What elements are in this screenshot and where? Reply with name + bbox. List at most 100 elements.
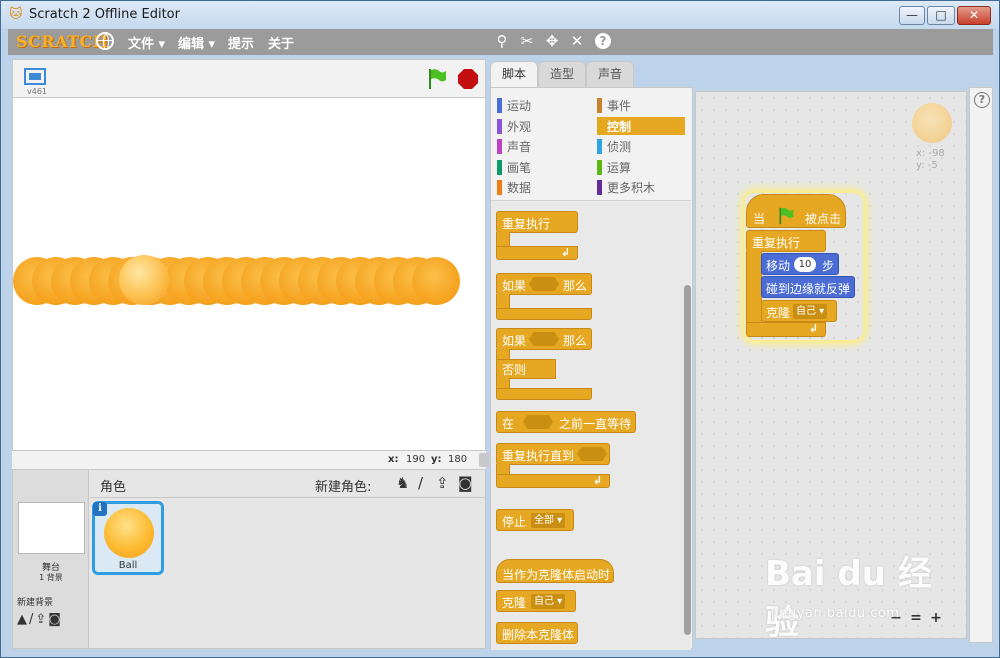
baidu-watermark: Bai du 经验 jingyan.baidu.com <box>765 546 965 643</box>
category-color-swatch <box>597 98 602 113</box>
category-label: 外观 <box>507 119 532 134</box>
collapse-stage-handle[interactable] <box>479 453 489 467</box>
script-create-clone-block[interactable]: 克隆 自己 ▾ <box>761 300 837 322</box>
category-6[interactable]: 画笔 <box>497 158 585 176</box>
y-value: 180 <box>448 454 468 465</box>
category-color-swatch <box>497 180 502 195</box>
category-label: 运算 <box>607 160 632 175</box>
paint-sprite-icon[interactable]: / <box>418 474 423 492</box>
when-clone-starts-block[interactable]: 当作为克隆体启动时 <box>496 559 614 583</box>
stage-thumbnail[interactable] <box>18 502 85 554</box>
script-clone-option[interactable]: 自己 ▾ <box>793 304 828 319</box>
x-label: x: <box>388 454 399 465</box>
category-4[interactable]: 声音 <box>497 137 585 155</box>
x-value: 190 <box>406 454 426 465</box>
title-bar: 🐱 Scratch 2 Offline Editor — □ ✕ <box>1 1 999 29</box>
category-label: 运动 <box>507 99 532 113</box>
sprite-x: x: -98 <box>916 148 945 159</box>
wait-until-block[interactable]: 在 之前一直等待 <box>496 411 636 433</box>
blocks-list: 重复执行 ↲ 如果 那么 如果 那么 否则 在 之前一直等待 重复执行直到 ↲ … <box>491 200 691 650</box>
help-question-icon[interactable]: ? <box>974 92 990 108</box>
script-forever-block[interactable]: 重复执行 <box>746 230 826 252</box>
tab-costumes[interactable]: 造型 <box>538 61 586 87</box>
paint-backdrop-icon[interactable]: ▲ <box>17 612 29 627</box>
category-8[interactable]: 数据 <box>497 178 585 196</box>
globe-icon[interactable] <box>96 32 114 50</box>
menu-edit[interactable]: 编辑 ▾ <box>178 33 215 52</box>
clone-option-dropdown[interactable]: 自己 ▾ <box>531 594 566 609</box>
category-3[interactable]: 控制 <box>597 116 685 135</box>
category-0[interactable]: 运动 <box>497 96 585 114</box>
close-button[interactable]: ✕ <box>957 6 991 25</box>
category-label: 更多积木 <box>607 181 656 195</box>
camera-sprite-icon[interactable]: ◙ <box>458 474 473 492</box>
menu-tips[interactable]: 提示 <box>228 33 254 52</box>
create-clone-block[interactable]: 克隆 自己 ▾ <box>496 590 576 612</box>
category-9[interactable]: 更多积木 <box>597 178 685 196</box>
upload-backdrop-icon[interactable]: ⇪ <box>35 612 48 627</box>
window-title: Scratch 2 Offline Editor <box>29 7 180 22</box>
stop-sign-icon[interactable] <box>458 69 478 89</box>
script-forever-arm <box>746 251 762 323</box>
info-icon[interactable]: i <box>93 502 107 516</box>
category-5[interactable]: 侦测 <box>597 137 685 155</box>
when-flag-clicked-block[interactable]: 当 被点击 <box>746 194 846 228</box>
category-1[interactable]: 事件 <box>597 96 685 114</box>
help-sidebar: ? <box>969 87 993 643</box>
fullscreen-icon[interactable] <box>24 68 46 85</box>
category-color-swatch <box>597 159 602 175</box>
scratch-app-icon: 🐱 <box>9 7 23 22</box>
ball-sprite[interactable] <box>119 255 169 305</box>
watermark-url: jingyan.baidu.com <box>771 606 900 621</box>
help-icon[interactable]: ? <box>595 33 611 49</box>
sprites-title: 角色 <box>100 480 127 495</box>
menu-about[interactable]: 关于 <box>268 33 294 52</box>
delete-icon[interactable]: ✂ <box>518 32 536 50</box>
tab-scripts[interactable]: 脚本 <box>490 61 538 87</box>
script-forever-foot: ↲ <box>746 322 826 337</box>
minimize-button[interactable]: — <box>899 6 925 25</box>
block-palette: 运动 事件外观 控制 声音 侦测画笔 运算数据 更多积木 重复执行 ↲ 如果 那么 如果 那… <box>490 87 693 650</box>
duplicate-icon[interactable]: ⚲ <box>493 32 511 50</box>
shrink-icon[interactable]: ✕ <box>568 32 586 50</box>
stage-column: 舞台 1 背景 新建背景 ▲/⇪◙ <box>13 470 89 648</box>
green-flag-icon[interactable] <box>427 68 447 90</box>
move-steps-block[interactable]: 移动 10 步 <box>761 253 839 275</box>
stage-canvas[interactable] <box>12 97 486 451</box>
if-else-block[interactable]: 如果 那么 <box>496 328 592 350</box>
category-label: 事件 <box>607 99 632 113</box>
repeat-until-foot: ↲ <box>496 474 610 488</box>
category-label: 侦测 <box>607 140 632 154</box>
delete-clone-block[interactable]: 删除本克隆体 <box>496 622 578 644</box>
tab-sounds[interactable]: 声音 <box>586 61 634 87</box>
scratch-logo[interactable]: SCRATCH <box>16 32 108 51</box>
menu-file[interactable]: 文件 ▾ <box>128 33 165 52</box>
grow-icon[interactable]: ✥ <box>543 32 561 50</box>
if-then-foot <box>496 308 592 320</box>
mouse-coordinates: x: 190 y: 180 <box>12 451 489 469</box>
forever-block[interactable]: 重复执行 <box>496 211 578 233</box>
stop-block[interactable]: 停止 全部 ▾ <box>496 509 574 531</box>
bounce-on-edge-block[interactable]: 碰到边缘就反弹 <box>761 276 855 298</box>
sprite-library-icon[interactable]: ♞ <box>396 474 409 492</box>
maximize-button[interactable]: □ <box>927 6 955 25</box>
category-label: 画笔 <box>507 160 532 175</box>
steps-input[interactable]: 10 <box>794 257 816 272</box>
app-window: 🐱 Scratch 2 Offline Editor — □ ✕ SCRATCH… <box>0 0 1000 658</box>
sprite-card-ball[interactable]: Ball i <box>92 501 164 575</box>
if-else-foot <box>496 388 592 400</box>
palette-scrollbar[interactable] <box>684 209 691 649</box>
new-backdrop-icons: ▲/⇪◙ <box>17 612 89 628</box>
category-label: 数据 <box>507 181 532 195</box>
if-then-block[interactable]: 如果 那么 <box>496 273 592 295</box>
camera-backdrop-icon[interactable]: ◙ <box>48 612 63 627</box>
category-7[interactable]: 运算 <box>597 158 685 176</box>
stop-option-dropdown[interactable]: 全部 ▾ <box>531 513 566 528</box>
upload-sprite-icon[interactable]: ⇪ <box>436 474 449 492</box>
category-color-swatch <box>597 139 602 154</box>
repeat-until-block[interactable]: 重复执行直到 <box>496 443 610 465</box>
category-2[interactable]: 外观 <box>497 117 585 135</box>
palette-scroll-thumb[interactable] <box>684 285 691 635</box>
sprite-y: y: -5 <box>916 160 938 171</box>
sprite-library-pane: 舞台 1 背景 新建背景 ▲/⇪◙ 角色 新建角色: ♞ / ⇪ ◙ Ball … <box>12 469 486 649</box>
